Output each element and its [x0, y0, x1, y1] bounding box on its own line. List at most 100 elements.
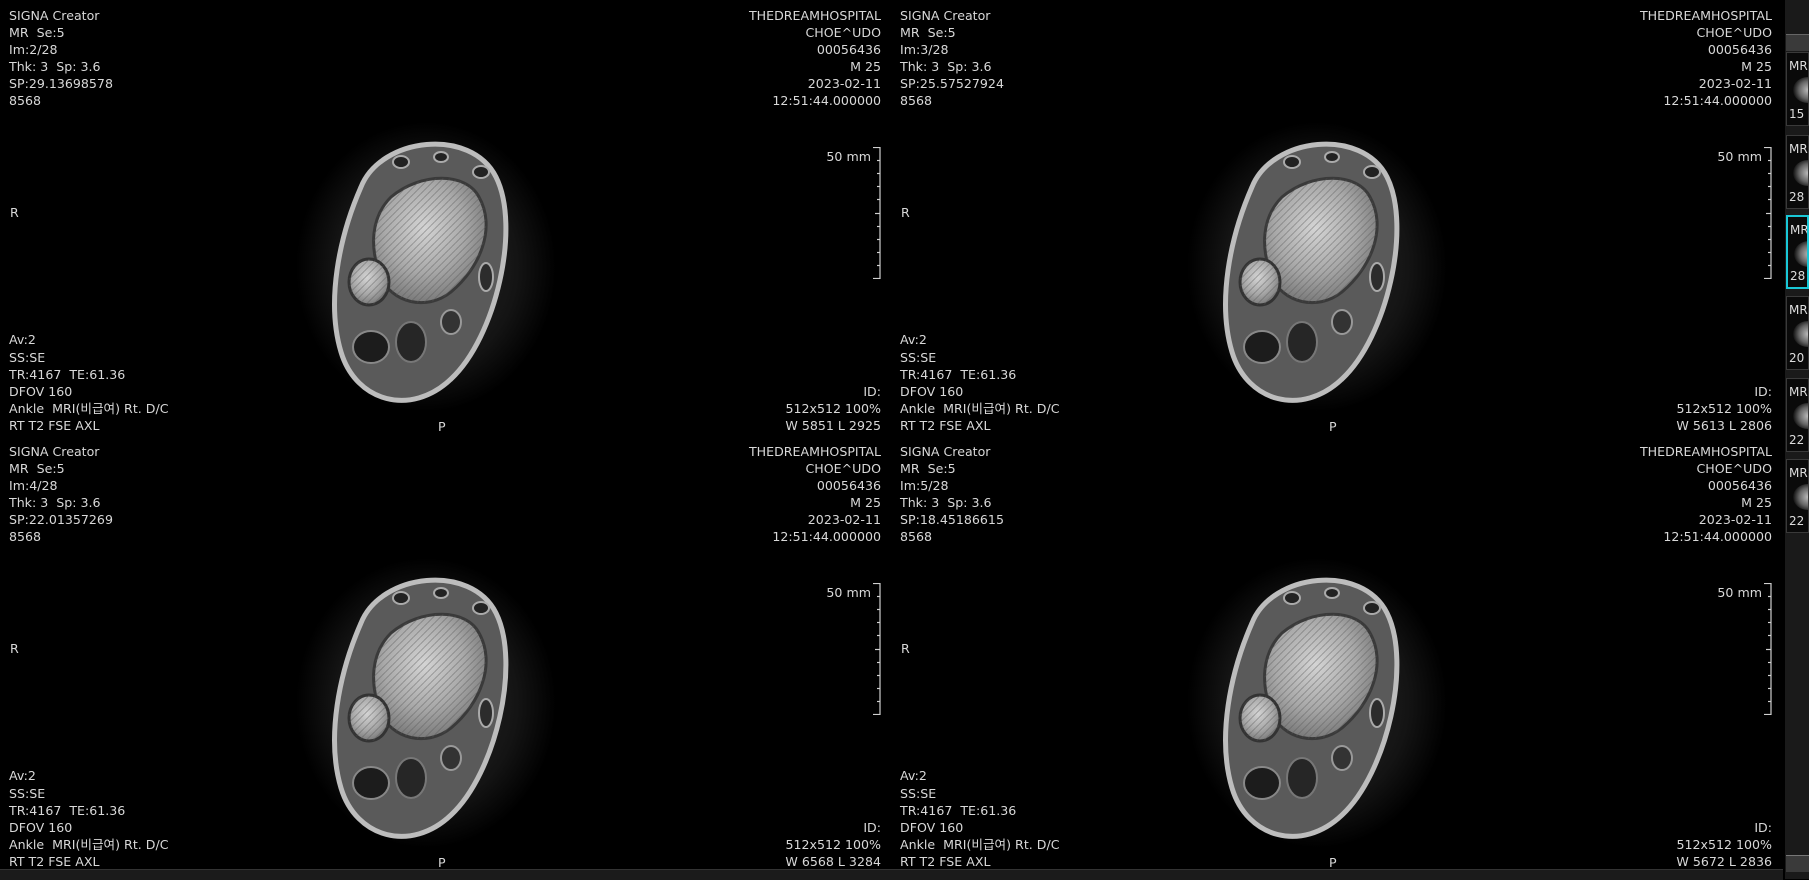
overlay-bottom-right-line: ID:: [863, 819, 881, 835]
overlay-bottom-left-line: RT T2 FSE AXL: [900, 417, 991, 433]
thumbnail-modality: MR: [1789, 385, 1808, 399]
scale-ruler-label: 50 mm: [1717, 585, 1762, 600]
strip-scrollbar[interactable]: [1786, 855, 1809, 872]
overlay-bottom-right-line: W 5672 L 2836: [1676, 853, 1772, 869]
overlay-bottom-left-line: Av:2: [9, 332, 36, 348]
image-viewport[interactable]: SIGNA Creator MR Se:5 Im:4/28 Thk: 3 Sp: 3.…: [1, 438, 890, 871]
orientation-marker-left: R: [901, 205, 910, 220]
mri-ankle-axial-image[interactable]: [1182, 553, 1452, 853]
overlay-top-left-line: Im:4/28: [9, 478, 58, 494]
overlay-bottom-left: Av:2 SS:SE TR:4167 TE:61.36 DFOV 160 Ankle M…: [900, 331, 1060, 434]
scale-ruler: 50 mm: [1712, 147, 1772, 279]
overlay-top-right-line: 12:51:44.000000: [772, 529, 881, 545]
thumbnail-image-count: 28: [1790, 269, 1806, 283]
overlay-bottom-left-line: DFOV 160: [900, 819, 964, 835]
overlay-top-left-line: Thk: 3 Sp: 3.6: [9, 495, 101, 511]
orientation-marker-left: R: [10, 205, 19, 220]
overlay-bottom-left-line: Ankle MRI(비급여) Rt. D/C: [9, 400, 169, 416]
image-viewport[interactable]: SIGNA Creator MR Se:5 Im:5/28 Thk: 3 Sp: 3.…: [892, 438, 1781, 871]
mri-ankle-axial-image[interactable]: [291, 117, 561, 417]
overlay-bottom-right-line: W 5851 L 2925: [785, 417, 881, 433]
image-viewport[interactable]: SIGNA Creator MR Se:5 Im:2/28 Thk: 3 Sp: 3.…: [1, 2, 890, 435]
overlay-top-left-line: 8568: [9, 93, 42, 109]
overlay-bottom-right-line: 512x512 100%: [1676, 400, 1772, 416]
overlay-top-right-line: M 25: [850, 495, 881, 511]
strip-scroll-up[interactable]: [1786, 34, 1809, 51]
thumbnail-modality: MR: [1790, 223, 1809, 237]
overlay-top-left-line: MR Se:5: [900, 25, 956, 41]
overlay-bottom-left-line: Ankle MRI(비급여) Rt. D/C: [9, 836, 169, 852]
overlay-top-right-line: THEDREAMHOSPITAL: [748, 8, 881, 23]
image-viewport[interactable]: SIGNA Creator MR Se:5 Im:3/28 Thk: 3 Sp: 3.…: [892, 2, 1781, 435]
thumbnail-image: [1793, 484, 1808, 510]
overlay-top-right-line: 12:51:44.000000: [1663, 93, 1772, 109]
overlay-top-left-line: SIGNA Creator: [9, 444, 100, 459]
overlay-top-left-line: SP:18.45186615: [900, 512, 1004, 528]
scale-ruler-ticks: [1764, 583, 1772, 715]
overlay-top-right-line: 00056436: [816, 42, 881, 58]
overlay-top-right-line: CHOE^UDO: [805, 461, 881, 477]
mri-ankle-axial-image[interactable]: [1182, 117, 1452, 417]
thumbnail-image: [1793, 321, 1808, 347]
overlay-bottom-right-line: W 5613 L 2806: [1676, 417, 1772, 433]
overlay-bottom-left-line: TR:4167 TE:61.36: [9, 366, 126, 382]
overlay-top-right: THEDREAMHOSPITAL CHOE^UDO 00056436 M 25 2023…: [1640, 7, 1772, 110]
orientation-marker-bottom: P: [1329, 855, 1337, 870]
overlay-bottom-right-line: 512x512 100%: [785, 836, 881, 852]
overlay-top-right-line: 2023-02-11: [1698, 76, 1772, 92]
overlay-top-right-line: THEDREAMHOSPITAL: [748, 444, 881, 459]
overlay-bottom-left-line: RT T2 FSE AXL: [9, 417, 100, 433]
thumbnail-modality: MR: [1789, 142, 1808, 156]
scale-ruler-label: 50 mm: [1717, 149, 1762, 164]
orientation-marker-bottom: P: [1329, 419, 1337, 434]
series-thumbnail[interactable]: MR 20: [1786, 296, 1809, 370]
overlay-top-left-line: 8568: [900, 529, 933, 545]
thumbnail-image-count: 22: [1789, 514, 1805, 528]
overlay-top-left-line: SIGNA Creator: [900, 8, 991, 23]
scale-ruler: 50 mm: [1712, 583, 1772, 715]
overlay-bottom-left-line: Av:2: [900, 332, 927, 348]
overlay-top-left-line: Im:3/28: [900, 42, 949, 58]
overlay-bottom-left-line: Av:2: [9, 768, 36, 784]
series-thumbnail[interactable]: MR 22: [1786, 378, 1809, 452]
thumbnail-image: [1793, 77, 1808, 103]
overlay-bottom-right-line: ID:: [1754, 383, 1772, 399]
overlay-top-left-line: SIGNA Creator: [9, 8, 100, 23]
thumbnail-modality: MR: [1789, 59, 1808, 73]
overlay-bottom-left-line: DFOV 160: [900, 383, 964, 399]
overlay-top-right-line: CHOE^UDO: [805, 25, 881, 41]
thumbnail-image: [1793, 160, 1808, 186]
overlay-bottom-right-line: 512x512 100%: [1676, 836, 1772, 852]
scale-ruler-ticks: [1764, 147, 1772, 279]
scale-ruler-label: 50 mm: [826, 149, 871, 164]
series-thumbnail[interactable]: MR 28: [1786, 135, 1809, 209]
overlay-top-right: THEDREAMHOSPITAL CHOE^UDO 00056436 M 25 2023…: [749, 7, 881, 110]
series-thumbnail[interactable]: MR 28: [1786, 215, 1809, 289]
overlay-top-left-line: SP:22.01357269: [9, 512, 113, 528]
overlay-top-left: SIGNA Creator MR Se:5 Im:4/28 Thk: 3 Sp: 3.…: [9, 443, 113, 546]
series-thumbnail[interactable]: MR 15: [1786, 52, 1809, 126]
overlay-top-left-line: SP:29.13698578: [9, 76, 113, 92]
overlay-bottom-left-line: RT T2 FSE AXL: [900, 853, 991, 869]
thumbnail-image: [1794, 241, 1807, 267]
overlay-bottom-left-line: Ankle MRI(비급여) Rt. D/C: [900, 400, 1060, 416]
overlay-top-left-line: MR Se:5: [900, 461, 956, 477]
overlay-top-right-line: CHOE^UDO: [1696, 25, 1772, 41]
overlay-top-left-line: Im:5/28: [900, 478, 949, 494]
overlay-bottom-right-line: 512x512 100%: [785, 400, 881, 416]
overlay-bottom-left-line: Av:2: [900, 768, 927, 784]
thumbnail-image: [1793, 403, 1808, 429]
thumbnail-image-count: 28: [1789, 190, 1805, 204]
mri-ankle-axial-image[interactable]: [291, 553, 561, 853]
overlay-bottom-left-line: SS:SE: [9, 349, 46, 365]
scale-ruler: 50 mm: [821, 583, 881, 715]
overlay-bottom-left-line: TR:4167 TE:61.36: [9, 802, 126, 818]
overlay-bottom-left: Av:2 SS:SE TR:4167 TE:61.36 DFOV 160 Ankle M…: [9, 767, 169, 870]
overlay-top-right: THEDREAMHOSPITAL CHOE^UDO 00056436 M 25 2023…: [749, 443, 881, 546]
overlay-bottom-right: ID: 512x512 100% W 5613 L 2806: [1676, 383, 1772, 434]
overlay-top-right-line: 00056436: [816, 478, 881, 494]
overlay-bottom-left-line: SS:SE: [900, 785, 937, 801]
thumbnail-modality: MR: [1789, 303, 1808, 317]
series-thumbnail[interactable]: MR 22: [1786, 459, 1809, 533]
overlay-top-left-line: Im:2/28: [9, 42, 58, 58]
